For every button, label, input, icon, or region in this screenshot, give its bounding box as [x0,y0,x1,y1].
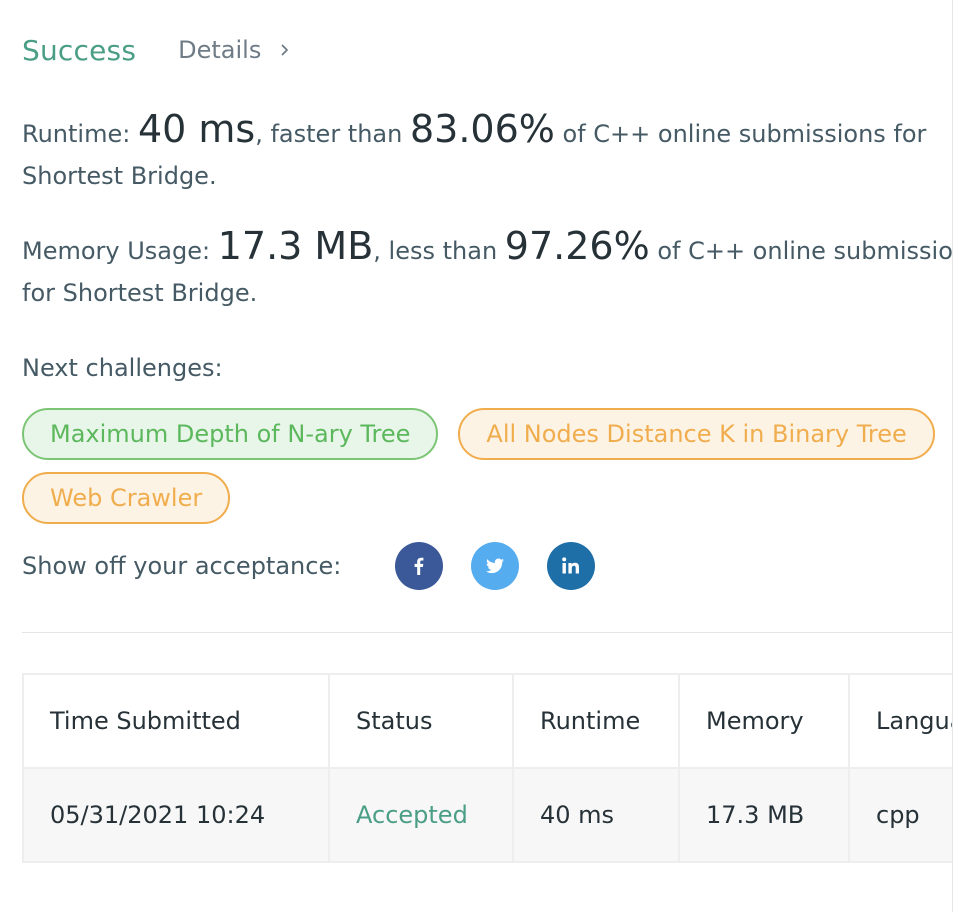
header-language[interactable]: Language [848,673,952,769]
challenge-chip-maximum-depth[interactable]: Maximum Depth of N-ary Tree [22,408,439,460]
cell-runtime: 40 ms [512,767,680,863]
facebook-icon [414,557,424,575]
facebook-share-button[interactable] [395,542,444,590]
challenge-chip-web-crawler[interactable]: Web Crawler [22,472,231,524]
memory-percent: 97.26% [504,224,650,268]
runtime-prefix: Runtime: [22,120,138,148]
next-challenges-title: Next challenges: [22,354,223,382]
result-header: Success Details [22,26,952,74]
memory-value: 17.3 MB [217,224,374,268]
memory-line-1: Memory Usage: 17.3 MB, less than 97.26% … [22,225,952,272]
chip-row-1: Maximum Depth of N-ary Tree All Nodes Di… [22,408,952,460]
header-memory[interactable]: Memory [678,673,850,769]
runtime-mid: , faster than [255,120,410,148]
result-content: Success Details Runtime: 40 ms, faster t… [22,26,952,863]
share-row: Show off your acceptance: [22,538,952,594]
linkedin-icon [562,557,580,574]
cell-language: cpp [848,767,952,863]
twitter-share-button[interactable] [471,542,520,590]
submissions-table: Time Submitted Status Runtime Memory Lan… [22,673,952,863]
runtime-percent: 83.06% [409,107,555,151]
runtime-stat: Runtime: 40 ms, faster than 83.06% of C+… [22,108,952,197]
cell-status-accepted[interactable]: Accepted [328,767,514,863]
social-buttons [395,542,596,590]
section-divider [22,632,952,633]
runtime-line-1: Runtime: 40 ms, faster than 83.06% of C+… [22,108,952,155]
header-status[interactable]: Status [328,673,514,769]
success-status: Success [22,33,137,67]
header-time-submitted[interactable]: Time Submitted [22,673,330,769]
table-row: 05/31/2021 10:24 Accepted 40 ms 17.3 MB … [22,767,952,863]
challenge-chip-all-nodes-distance[interactable]: All Nodes Distance K in Binary Tree [458,408,935,460]
memory-prefix: Memory Usage: [22,237,218,265]
header-runtime[interactable]: Runtime [512,673,680,769]
memory-suffix: of C++ online submissions [649,237,952,265]
cell-memory: 17.3 MB [678,767,850,863]
runtime-suffix: of C++ online submissions for [554,120,927,148]
cell-time-submitted: 05/31/2021 10:24 [22,767,330,863]
details-label: Details [178,36,262,64]
submission-result-panel: Success Details Runtime: 40 ms, faster t… [0,0,952,912]
memory-line-2: for Shortest Bridge. [22,279,258,307]
twitter-icon [486,558,505,574]
next-challenges-list: Maximum Depth of N-ary Tree All Nodes Di… [22,408,952,524]
chevron-right-icon [281,44,289,56]
share-label: Show off your acceptance: [22,552,342,580]
table-header-row: Time Submitted Status Runtime Memory Lan… [22,673,952,769]
memory-stat: Memory Usage: 17.3 MB, less than 97.26% … [22,225,952,314]
linkedin-share-button[interactable] [547,542,596,590]
window-right-edge [952,0,958,912]
runtime-value: 40 ms [137,107,256,151]
chip-row-2: Web Crawler [22,472,952,524]
details-link[interactable]: Details [178,36,291,64]
memory-mid: , less than [373,237,505,265]
runtime-line-2: Shortest Bridge. [22,162,217,190]
